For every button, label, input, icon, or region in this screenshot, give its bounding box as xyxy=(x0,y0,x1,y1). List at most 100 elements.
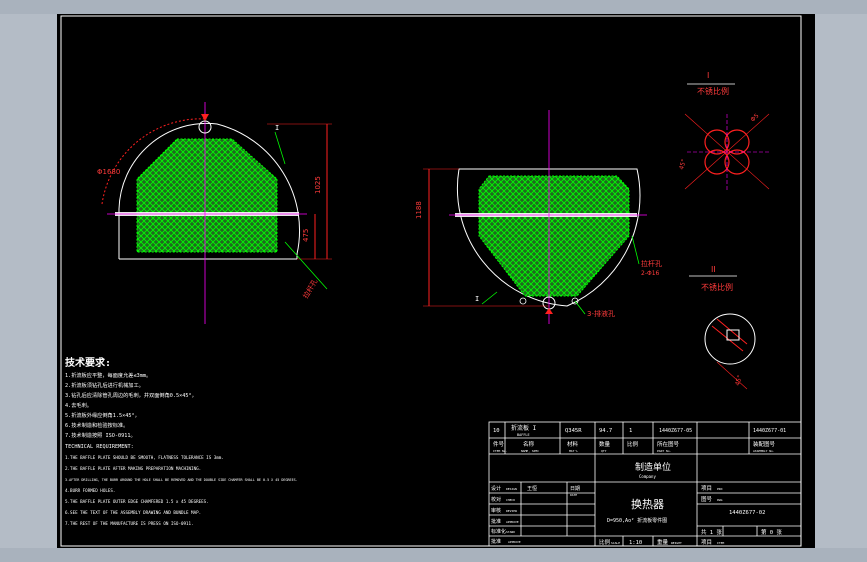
detail-ii xyxy=(689,275,756,390)
drawing-sheet: Φ1680 I 1025 475 拉杆孔 1188 拉杆孔 2-Φ16 I 3-… xyxy=(60,15,802,547)
tb-part-qty: 1 xyxy=(629,428,632,434)
notes-title: 技术要求: xyxy=(65,356,111,369)
tb-sign-sub: APPROVE xyxy=(508,540,521,544)
left-note: 拉杆孔 xyxy=(301,277,319,300)
tb-hdr-item: 件号 xyxy=(493,440,505,448)
note-line: 2.折流板须钻孔后进行机械加工。 xyxy=(65,381,144,389)
bottom-border xyxy=(0,548,867,562)
tb-scale-sub: SCALE xyxy=(611,541,620,545)
tb-drawing-subtitle: D=950,Ao² 折流板零件图 xyxy=(607,517,667,524)
note-line: 3.AFTER DRILLING, THE BURR AROUND THE HO… xyxy=(65,478,298,482)
note-line: 4.去毛刺。 xyxy=(65,401,92,409)
detail-ii-subtitle: 不锈比例 xyxy=(701,282,733,292)
left-ref-label: I xyxy=(275,124,279,132)
tb-sheets: 共 1 张 xyxy=(701,528,722,536)
note-line: 7.THE REST OF THE MANUFACTURE IS PRESS O… xyxy=(65,521,194,526)
tb-sign-name: 王恒 xyxy=(527,485,537,492)
note-line: 5.THE BAFFLE PLATE OUTER EDGE CHAMFERED … xyxy=(65,499,209,504)
right-dim-height-label: 1188 xyxy=(415,201,423,219)
tb-scale-label: 比例 xyxy=(599,538,611,546)
title-block xyxy=(488,421,802,547)
right-view xyxy=(423,110,647,324)
tb-item-sub: ITEM xyxy=(717,541,724,545)
tb-hdr-scale: 比例 xyxy=(627,440,639,448)
note-line: 6.技术制造和检验按标准。 xyxy=(65,421,128,429)
tb-item-label: 项目 xyxy=(701,539,712,546)
detail-i xyxy=(684,83,770,192)
tb-hdr-qty: 数量 xyxy=(599,440,611,448)
left-top-marker xyxy=(201,114,209,121)
tb-sign-sub: DESIGN xyxy=(506,487,517,491)
tb-sign-label: 校对 xyxy=(491,496,501,503)
right-note-holes-sub: 2-Φ16 xyxy=(641,270,660,277)
detail-ii-title: II xyxy=(711,265,716,274)
note-line: 6.SEE THE TEXT OF THE ASSEMBLY DRAWING A… xyxy=(65,510,201,515)
tb-drawing-no: 1440Z677-02 xyxy=(729,510,765,516)
tb-part-no: 10 xyxy=(493,428,500,434)
right-note-holes: 拉杆孔 xyxy=(641,259,662,268)
detail-i-dim-2: 45° xyxy=(678,158,688,170)
tb-hdr-mat-sub: MAT'L xyxy=(569,449,578,453)
tb-hdr-assy-sub: ASSEMBLY No. xyxy=(753,449,775,453)
tb-weight-label: 重量 xyxy=(657,538,669,546)
tb-company-sub: Company xyxy=(639,474,656,479)
tb-hdr-assy: 装配图号 xyxy=(753,440,776,448)
left-dim-radius: Φ1680 xyxy=(97,168,120,176)
tb-project-label: 项目 xyxy=(701,485,712,492)
tb-part-assy: 1440Z677-01 xyxy=(753,428,786,434)
tb-sign-sub: STAND xyxy=(506,530,515,534)
tb-company: 制造单位 xyxy=(635,461,671,473)
left-leader-i xyxy=(274,131,286,165)
detail-i-title: I xyxy=(707,71,709,80)
detail-i-dim-1: Φ5 xyxy=(749,112,760,123)
tb-date-label: 日期 xyxy=(570,486,580,492)
tb-date-sub: DATE xyxy=(570,493,577,497)
tb-sheet: 第 0 张 xyxy=(761,528,782,536)
tb-hdr-qty-sub: QTY xyxy=(601,449,607,453)
note-line: 2.THE BAFFLE PLATE AFTER MAKING PREPARAT… xyxy=(65,466,201,471)
right-leader-i xyxy=(481,291,498,305)
left-leader-rod xyxy=(284,241,328,290)
tb-dwg-no-sub: DWG xyxy=(717,498,723,502)
tb-drawing-title: 换热器 xyxy=(631,497,664,511)
tb-part-dwg: 1440Z677-05 xyxy=(659,428,692,434)
left-dim-small-label: 475 xyxy=(302,229,310,242)
tb-hdr-name-sub: NAME, SPEC xyxy=(521,449,539,453)
left-view xyxy=(101,102,332,324)
tb-weight-sub: WEIGHT xyxy=(671,541,682,545)
tb-hdr-dwg: 所在图号 xyxy=(657,440,680,448)
tb-sign-label: 批准 xyxy=(491,538,501,545)
left-dim-height-label: 1025 xyxy=(314,176,322,194)
detail-i-subtitle: 不锈比例 xyxy=(697,86,729,96)
note-line: 1.THE BAFFLE PLATE SHOULD BE SMOOTH, FLA… xyxy=(65,455,224,460)
tb-part-weight: 94.7 xyxy=(599,428,612,434)
right-leader-drain xyxy=(574,300,586,315)
note-line: 4.BURR FORMED HOLES. xyxy=(65,488,115,493)
tb-sign-sub: REVIEW xyxy=(506,509,517,513)
top-border xyxy=(0,0,867,14)
note-line: 5.折流板外缘应倒角1.5×45°， xyxy=(65,411,140,419)
left-tube-bundle xyxy=(136,138,278,253)
tb-sign-label: 设计 xyxy=(491,485,501,492)
tb-sign-label: 审核 xyxy=(491,507,501,514)
tb-sign-label: 标准化 xyxy=(491,528,506,535)
right-tube-bundle xyxy=(478,175,630,297)
tb-hdr-mat: 材料 xyxy=(567,440,579,448)
note-line: TECHNICAL REQUIREMENT: xyxy=(65,444,134,450)
tb-sign-label: 批准 xyxy=(491,518,501,525)
tb-hdr-name: 名称 xyxy=(523,440,535,448)
tb-part-mat: Q345R xyxy=(565,428,582,434)
tb-dwg-no-label: 图号 xyxy=(701,495,713,503)
note-line: 7.技术制造按照 ISO-0911。 xyxy=(65,431,136,439)
right-leader-holes xyxy=(631,235,640,265)
right-ref-label: I xyxy=(475,295,479,303)
note-line: 1.折流板应平整，每面度允差≤3mm。 xyxy=(65,371,151,379)
right-bottom-marker xyxy=(545,308,553,314)
tb-hdr-item-sub: ITEM No. xyxy=(493,449,508,453)
tb-sign-sub: APPROVE xyxy=(506,520,519,524)
notes-lines: 1.折流板应平整，每面度允差≤3mm。 2.折流板须钻孔后进行机械加工。 3.钻… xyxy=(65,371,298,526)
tb-hdr-dwg-sub: PART No. xyxy=(657,449,672,453)
tb-part-name-sub: BAFFLE xyxy=(517,433,530,437)
right-note-bottom: 3-排液孔 xyxy=(587,309,615,318)
cad-canvas[interactable]: Φ1680 I 1025 475 拉杆孔 1188 拉杆孔 2-Φ16 I 3-… xyxy=(57,14,815,548)
